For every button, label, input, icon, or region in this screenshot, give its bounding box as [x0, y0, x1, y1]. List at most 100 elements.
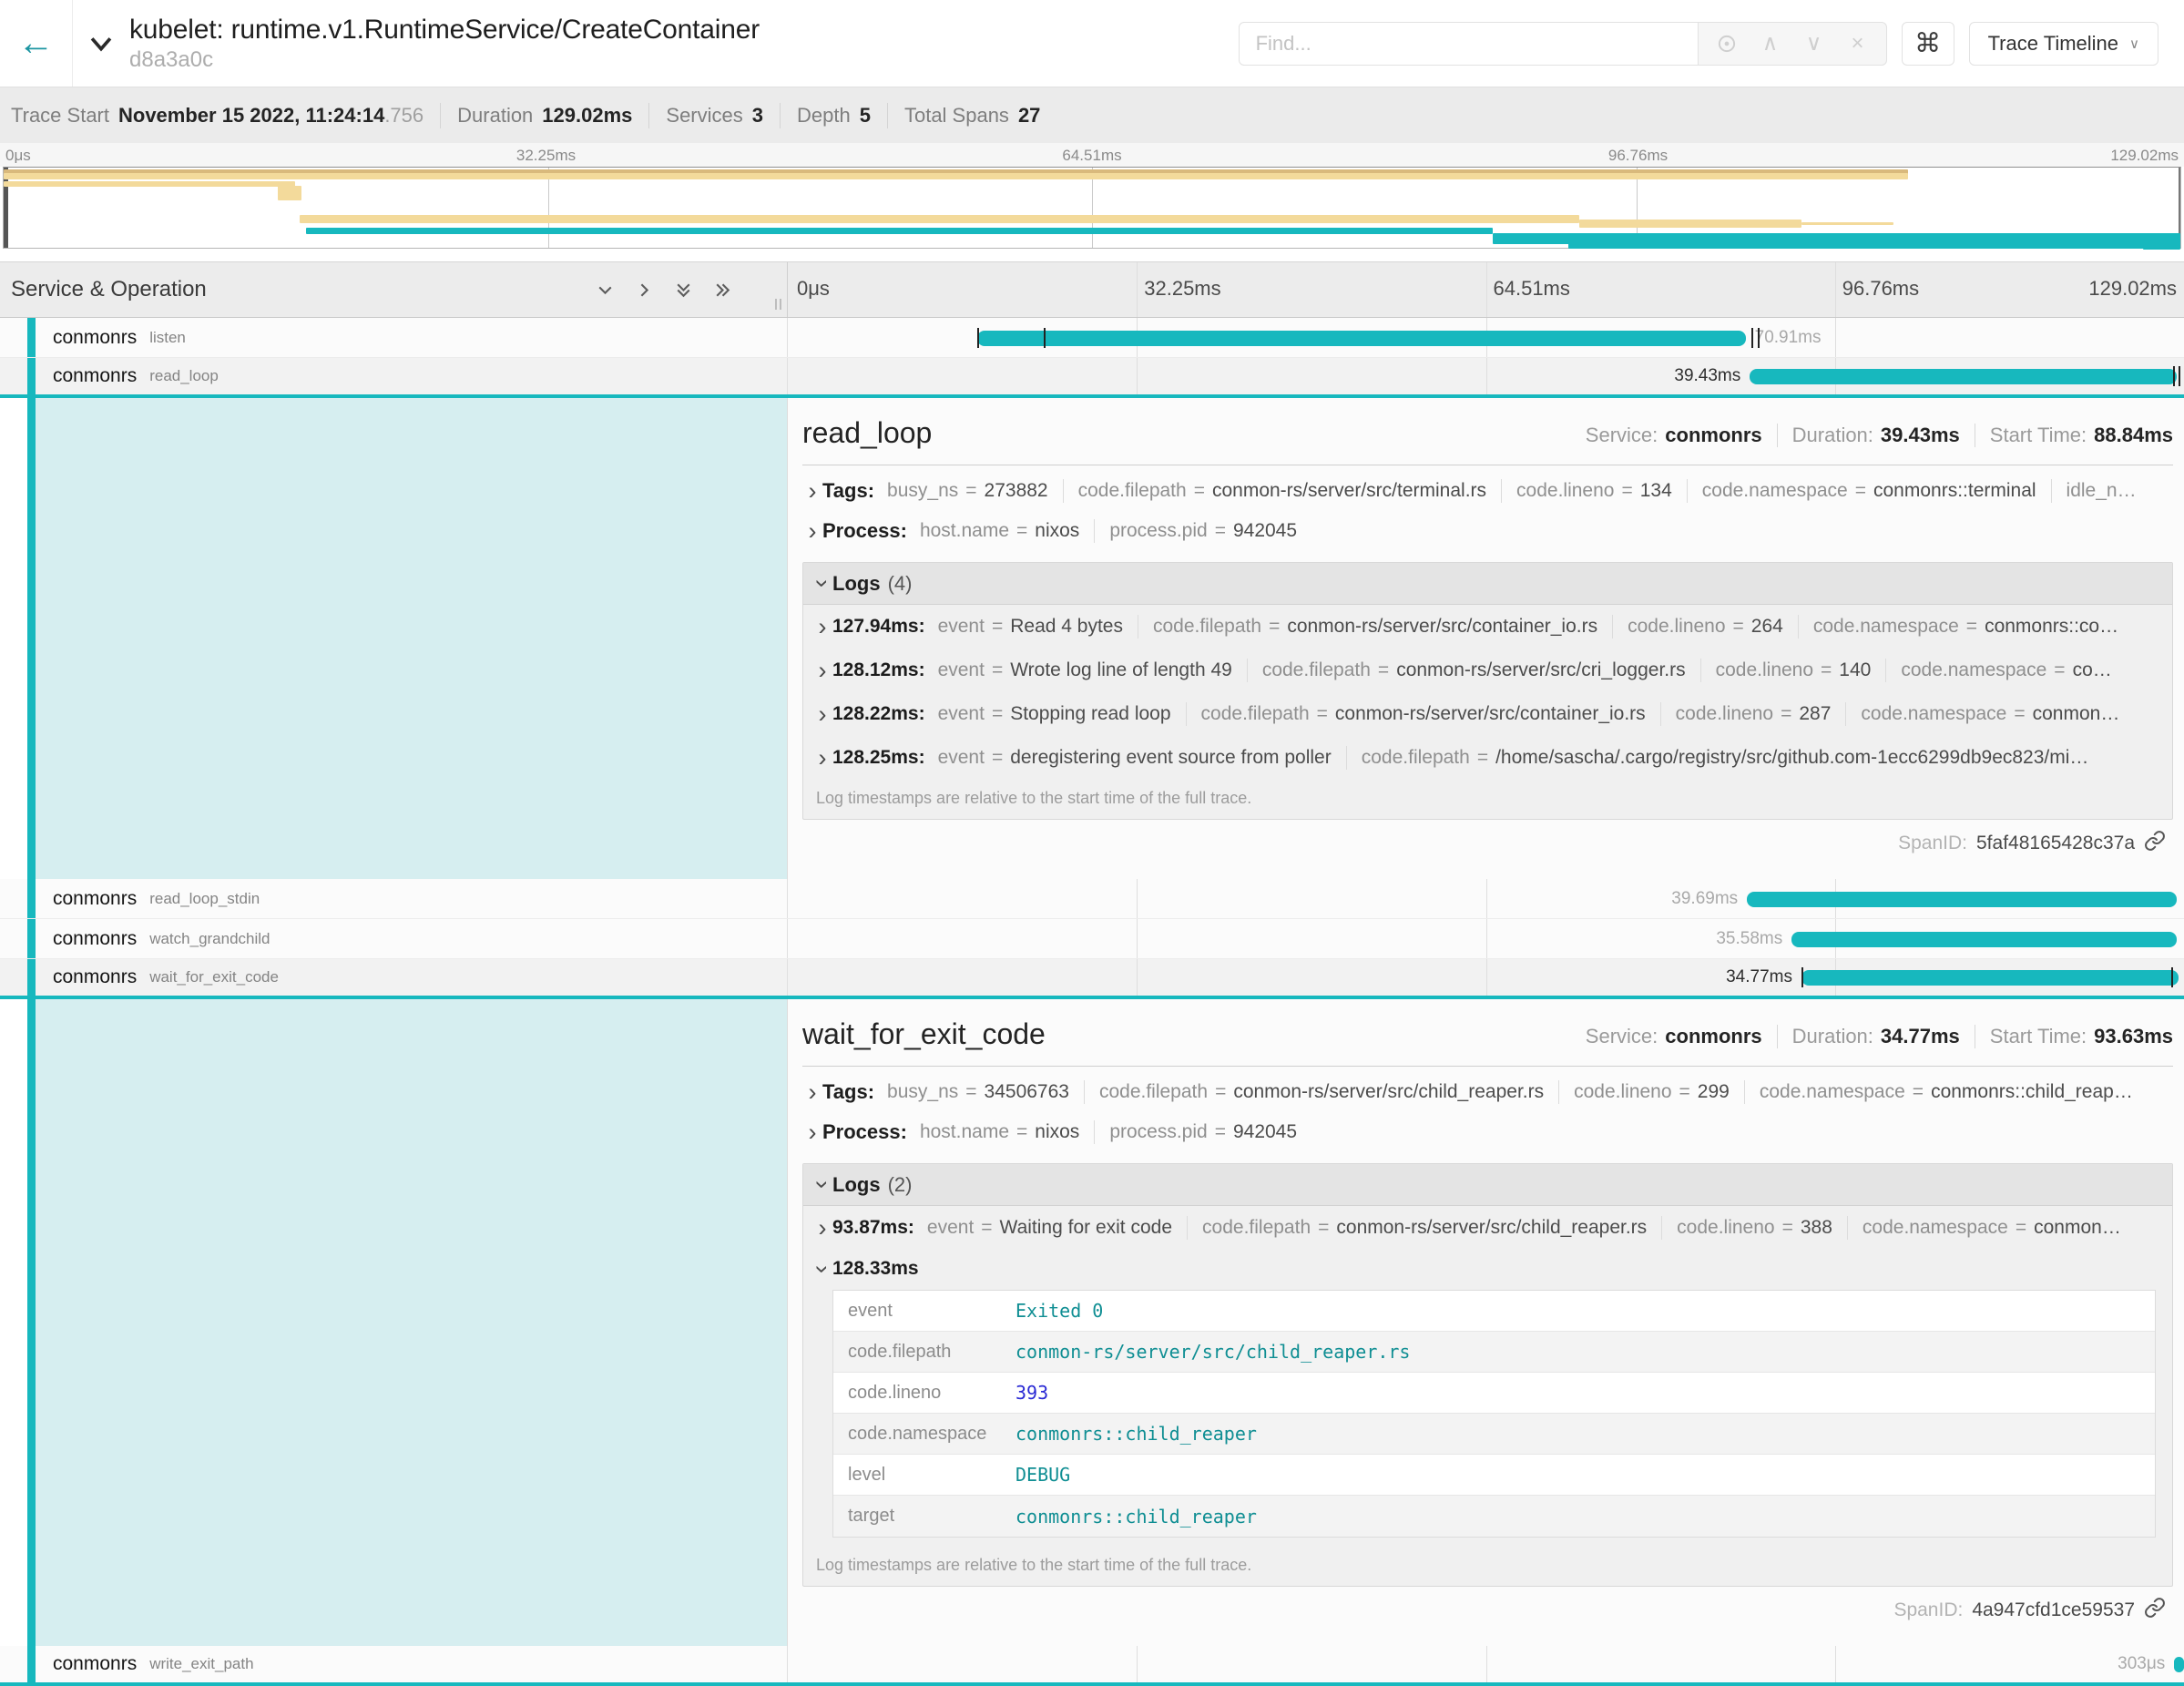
chevron-right-icon: ›	[812, 615, 832, 639]
kv-field: code.lineno = 388	[1647, 1216, 1832, 1240]
summary-item: Trace Start November 15 2022, 11:24:14.7…	[11, 104, 424, 128]
span-timeline-cell[interactable]: 35.58ms	[788, 919, 2184, 958]
left-arrow-icon: ←	[18, 23, 55, 64]
span-detail-title: wait_for_exit_code	[802, 1017, 1046, 1051]
service-color-bar	[27, 358, 36, 394]
log-entry[interactable]: › 128.25ms: event = deregistering event …	[803, 736, 2172, 780]
match-case-icon[interactable]	[1708, 31, 1746, 56]
expand-all-icon[interactable]	[711, 279, 734, 301]
find-input[interactable]	[1239, 22, 1699, 66]
process-row[interactable]: › Process: host.name = nixos process.pid…	[802, 511, 2173, 551]
span-bar[interactable]	[1750, 369, 2177, 384]
find-next-icon[interactable]: ∨	[1795, 30, 1833, 56]
back-button[interactable]: ←	[0, 0, 73, 87]
field-equals: =	[992, 659, 1003, 681]
log-field-value: conmonrs::child_reaper	[1015, 1423, 1257, 1445]
log-fields: event = deregistering event source from …	[938, 746, 2089, 770]
field-equals: =	[1215, 520, 1226, 542]
trace-summary-bar: Trace Start November 15 2022, 11:24:14.7…	[0, 87, 2184, 143]
minimap-canvas[interactable]	[3, 167, 2181, 249]
find-prev-icon[interactable]: ∧	[1751, 30, 1790, 56]
tags-row[interactable]: › Tags: busy_ns = 273882 code.filepath =…	[802, 471, 2173, 511]
span-timeline-cell[interactable]: 303μs	[788, 1646, 2184, 1682]
span-row[interactable]: conmonrs read_loop_stdin 39.69ms	[0, 879, 2184, 919]
kv-field: code.filepath = conmon-rs/server/src/chi…	[1069, 1080, 1544, 1104]
log-field-row: target conmonrs::child_reaper	[833, 1496, 2155, 1537]
log-entry[interactable]: › 93.87ms: event = Waiting for exit code…	[803, 1206, 2172, 1250]
field-equals: =	[1733, 616, 1744, 638]
log-timestamp: 128.25ms:	[832, 747, 925, 769]
field-key: event	[938, 747, 985, 769]
span-duration-label: 70.91ms	[1755, 328, 1822, 348]
process-row[interactable]: › Process: host.name = nixos process.pid…	[802, 1112, 2173, 1152]
span-bar[interactable]	[1791, 932, 2177, 947]
find-clear-icon[interactable]: ×	[1839, 31, 1877, 56]
collapse-all-icon[interactable]	[672, 279, 695, 301]
log-entry[interactable]: › 127.94ms: event = Read 4 bytes code.fi…	[803, 605, 2172, 649]
span-name-cell[interactable]: conmonrs wait_for_exit_code	[0, 959, 788, 996]
span-bar[interactable]	[977, 331, 1745, 346]
log-entry[interactable]: › 128.12ms: event = Wrote log line of le…	[803, 649, 2172, 692]
span-row[interactable]: conmonrs wait_for_exit_code 34.77ms	[0, 959, 2184, 999]
minimap-span-bar	[4, 181, 295, 187]
span-bar[interactable]	[1801, 970, 2179, 986]
kv-field: host.name = nixos	[920, 520, 1079, 542]
kv-field: process.pid = 942045	[1079, 1120, 1297, 1144]
keyboard-shortcuts-button[interactable]: ⌘	[1902, 22, 1954, 66]
log-marker	[1801, 967, 1803, 987]
expand-one-icon[interactable]	[633, 279, 656, 301]
log-field-row: code.filepath conmon-rs/server/src/child…	[833, 1332, 2155, 1373]
log-entry-expanded[interactable]: › 128.33ms	[803, 1250, 2172, 1288]
span-row[interactable]: conmonrs write_exit_path 303μs	[0, 1646, 2184, 1686]
field-value: 134	[1640, 480, 1672, 502]
span-timeline-cell[interactable]: 39.43ms	[788, 358, 2184, 394]
deep-link-icon[interactable]	[2144, 1597, 2166, 1624]
span-name-cell[interactable]: conmonrs listen	[0, 318, 788, 357]
kv-field: code.namespace = conmon…	[1831, 702, 2119, 726]
chevron-right-icon: ›	[812, 1216, 832, 1241]
span-row[interactable]: conmonrs listen 70.91ms	[0, 318, 2184, 358]
span-row[interactable]: conmonrs watch_grandchild 35.58ms	[0, 919, 2184, 959]
operation-name: read_loop_stdin	[149, 890, 260, 908]
deep-link-icon[interactable]	[2144, 830, 2166, 857]
span-timeline-cell[interactable]: 39.69ms	[788, 879, 2184, 918]
summary-label: Duration	[457, 104, 533, 128]
span-name-cell[interactable]: conmonrs read_loop_stdin	[0, 879, 788, 918]
logs-header[interactable]: › Logs(2)	[803, 1164, 2172, 1206]
tags-row[interactable]: › Tags: busy_ns = 34506763 code.filepath…	[802, 1072, 2173, 1112]
logs-header[interactable]: › Logs(4)	[803, 563, 2172, 605]
span-bar[interactable]	[1747, 892, 2177, 907]
field-value: Waiting for exit code	[1000, 1217, 1172, 1239]
span-name-cell[interactable]: conmonrs watch_grandchild	[0, 919, 788, 958]
log-entry[interactable]: › 128.22ms: event = Stopping read loop c…	[803, 692, 2172, 736]
field-value: Stopping read loop	[1010, 703, 1170, 725]
collapse-trace-header-icon[interactable]	[86, 28, 117, 64]
span-timeline-cell[interactable]: 34.77ms	[788, 959, 2184, 996]
log-field-key: code.namespace	[833, 1424, 1015, 1445]
log-marker	[2173, 366, 2175, 386]
span-name-cell[interactable]: conmonrs write_exit_path	[0, 1646, 788, 1682]
collapse-one-icon[interactable]	[594, 279, 617, 301]
minimap-span-bar	[1801, 222, 1893, 225]
log-fields: event = Wrote log line of length 49 code…	[938, 659, 2112, 682]
service-name: conmonrs	[53, 1653, 137, 1675]
span-row[interactable]: conmonrs read_loop 39.43ms	[0, 358, 2184, 398]
minimap-left-handle[interactable]	[4, 168, 8, 248]
field-key: host.name	[920, 520, 1009, 542]
span-detail-card: wait_for_exit_code Service:conmonrs Dura…	[788, 999, 2184, 1646]
chevron-right-icon: ›	[802, 519, 822, 544]
span-timeline-cell[interactable]: 70.91ms	[788, 318, 2184, 357]
span-name-cell[interactable]: conmonrs read_loop	[0, 358, 788, 394]
span-id-label: SpanID:	[1898, 833, 1967, 854]
operation-name: listen	[149, 329, 186, 347]
summary-value: 129.02ms	[542, 104, 632, 128]
log-marker	[1758, 328, 1760, 348]
field-equals: =	[1318, 1217, 1329, 1239]
field-key: code.lineno	[1677, 1217, 1774, 1239]
span-bar[interactable]	[2174, 1657, 2184, 1672]
column-resizer[interactable]	[775, 299, 781, 310]
log-fields: event = Stopping read loop code.filepath…	[938, 702, 2120, 726]
trace-view-selector[interactable]: Trace Timeline ∨	[1969, 22, 2158, 66]
field-key: code.lineno	[1574, 1081, 1671, 1103]
field-key: code.filepath	[1362, 747, 1470, 769]
